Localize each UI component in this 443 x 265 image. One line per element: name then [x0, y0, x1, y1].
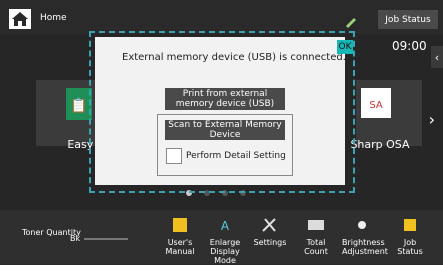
- counter-icon: [308, 220, 324, 230]
- job-status-bottom-button[interactable]: Job Status: [390, 216, 430, 256]
- enlarge-display-label: Enlarge Display Mode: [209, 238, 241, 265]
- svg-text:SA: SA: [369, 100, 383, 111]
- top-bar: Home Job Status: [0, 0, 443, 34]
- ok-button[interactable]: OK: [337, 40, 353, 54]
- scan-to-usb-button[interactable]: Scan to External Memory Device: [165, 120, 285, 140]
- manual-icon: [173, 218, 187, 232]
- settings-label: Settings: [253, 238, 287, 247]
- pen-icon: [346, 18, 356, 28]
- enlarge-icon: A: [221, 219, 230, 233]
- job-status-button[interactable]: Job Status: [378, 10, 438, 29]
- detail-setting-checkbox[interactable]: [166, 148, 182, 164]
- home-icon[interactable]: [9, 9, 31, 29]
- tools-icon: [262, 218, 276, 232]
- users-manual-button[interactable]: User's Manual: [160, 216, 200, 256]
- brightness-icon: [358, 221, 366, 229]
- sharp-osa-label: Sharp OSA: [350, 138, 410, 151]
- next-page-arrow[interactable]: ›: [429, 110, 435, 129]
- job-status-label: Job Status: [397, 238, 423, 256]
- toner-level-bar: [84, 238, 128, 240]
- total-count-label: Total Count: [304, 238, 328, 256]
- enlarge-display-button[interactable]: A Enlarge Display Mode: [205, 216, 245, 265]
- users-manual-label: User's Manual: [165, 238, 195, 256]
- brightness-label: Brightness Adjustment: [342, 238, 388, 256]
- total-count-button[interactable]: Total Count: [296, 216, 336, 256]
- print-from-usb-button[interactable]: Print from external memory device (USB): [165, 88, 285, 110]
- toner-color-label: Bk: [70, 234, 81, 243]
- detail-setting-label: Perform Detail Setting: [186, 151, 286, 161]
- job-status-icon: [404, 219, 416, 231]
- svg-text:A: A: [221, 219, 230, 233]
- sharp-osa-tile[interactable]: SA: [356, 80, 422, 146]
- brightness-button[interactable]: Brightness Adjustment: [342, 216, 388, 256]
- home-label: Home: [40, 13, 67, 23]
- clock: 09:00: [392, 39, 427, 53]
- dialog-message: External memory device (USB) is connecte…: [122, 52, 346, 63]
- osa-icon: SA: [361, 88, 391, 118]
- side-panel-tab[interactable]: ‹: [431, 46, 443, 68]
- svg-text:📋: 📋: [70, 97, 87, 114]
- settings-button[interactable]: Settings: [250, 216, 290, 247]
